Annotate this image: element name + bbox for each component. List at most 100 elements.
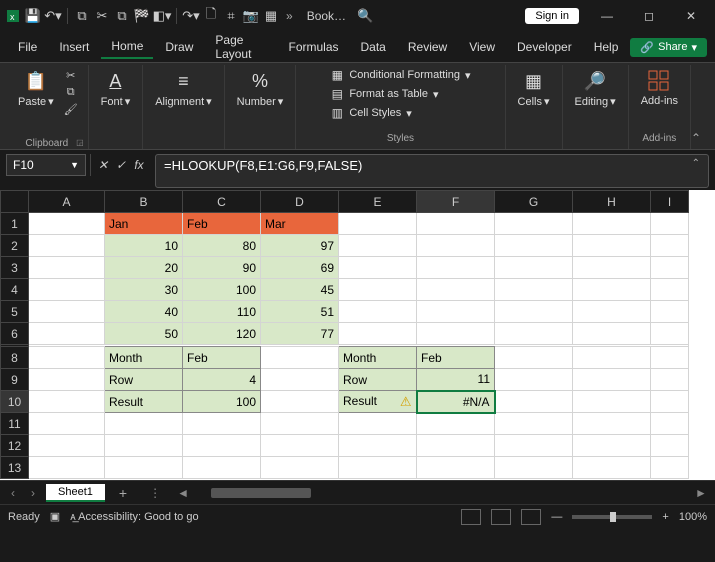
row-header-12[interactable]: 12 [1,435,29,457]
cell-B12[interactable] [105,435,183,457]
scroll-right-icon[interactable]: ► [693,486,709,500]
cell-D5[interactable]: 51 [261,301,339,323]
cell-I4[interactable] [651,279,689,301]
cell-F3[interactable] [417,257,495,279]
cell-C13[interactable] [183,457,261,479]
cancel-formula-icon[interactable]: ✕ [95,158,111,172]
cell-E11[interactable] [339,413,417,435]
cell-H10[interactable] [573,391,651,413]
cell-H5[interactable] [573,301,651,323]
cell-D2[interactable]: 97 [261,235,339,257]
cell-C2[interactable]: 80 [183,235,261,257]
cell-H11[interactable] [573,413,651,435]
cell-B11[interactable] [105,413,183,435]
new-icon[interactable]: 🗋 [202,7,220,25]
cell-G11[interactable] [495,413,573,435]
cell-C11[interactable] [183,413,261,435]
cell-C8[interactable]: Feb [183,347,261,369]
cell-B1[interactable]: Jan [105,213,183,235]
row-header-3[interactable]: 3 [1,257,29,279]
minimize-button[interactable]: — [587,2,627,30]
copy-mini-icon[interactable]: ⧉ [62,84,80,100]
cell-E1[interactable] [339,213,417,235]
cell-B10[interactable]: Result [105,391,183,413]
col-header-E[interactable]: E [339,191,417,213]
cell-D9[interactable] [261,369,339,391]
menu-page-layout[interactable]: Page Layout [205,29,276,65]
cell-I6[interactable] [651,323,689,345]
cell-F8[interactable]: Feb [417,347,495,369]
cell-G12[interactable] [495,435,573,457]
cell-B6[interactable]: 50 [105,323,183,345]
cell-E9[interactable]: Row [339,369,417,391]
zoom-out-icon[interactable]: — [551,511,562,523]
cell-F4[interactable] [417,279,495,301]
cell-D4[interactable]: 45 [261,279,339,301]
cell-E6[interactable] [339,323,417,345]
col-header-D[interactable]: D [261,191,339,213]
cell-D12[interactable] [261,435,339,457]
normal-view-icon[interactable] [461,509,481,525]
error-warning-icon[interactable]: ⚠ [400,394,412,410]
menu-data[interactable]: Data [351,36,396,58]
spreadsheet-grid[interactable]: A B C D E F G H I 1JanFebMar 2108097 320… [0,190,715,480]
editing-button[interactable]: 🔎Editing ▾ [571,67,620,110]
col-header-G[interactable]: G [495,191,573,213]
sheet-tab-1[interactable]: Sheet1 [46,484,105,502]
row-header-4[interactable]: 4 [1,279,29,301]
cell-A12[interactable] [29,435,105,457]
cell-F5[interactable] [417,301,495,323]
cell-C4[interactable]: 100 [183,279,261,301]
cell-I1[interactable] [651,213,689,235]
cell-G3[interactable] [495,257,573,279]
cell-C6[interactable]: 120 [183,323,261,345]
cell-A10[interactable] [29,391,105,413]
cell-A11[interactable] [29,413,105,435]
scroll-thumb[interactable] [211,488,311,498]
number-button[interactable]: %Number ▾ [233,67,288,110]
cell-F6[interactable] [417,323,495,345]
scroll-left-icon[interactable]: ◄ [175,486,191,500]
redo-icon[interactable]: ↷▾ [182,7,200,25]
horizontal-scrollbar[interactable]: ◄ ► [175,484,709,502]
fx-icon[interactable]: fx [131,158,147,172]
row-header-2[interactable]: 2 [1,235,29,257]
conditional-formatting-button[interactable]: ▦Conditional Formatting ▾ [327,67,473,83]
name-box[interactable]: F10▼ [6,154,86,176]
menu-home[interactable]: Home [101,35,153,59]
cell-D3[interactable]: 69 [261,257,339,279]
cell-D10[interactable] [261,391,339,413]
cell-F9[interactable]: 11 [417,369,495,391]
cell-F11[interactable] [417,413,495,435]
cell-B5[interactable]: 40 [105,301,183,323]
cell-H6[interactable] [573,323,651,345]
cell-H12[interactable] [573,435,651,457]
cell-B8[interactable]: Month [105,347,183,369]
cell-E8[interactable]: Month [339,347,417,369]
expand-formula-icon[interactable]: ⌃ [692,158,700,169]
cell-A4[interactable] [29,279,105,301]
cell-E4[interactable] [339,279,417,301]
cell-G6[interactable] [495,323,573,345]
cell-H13[interactable] [573,457,651,479]
cell-F10[interactable]: #N/A [417,391,495,413]
cell-E12[interactable] [339,435,417,457]
share-button[interactable]: 🔗 Share ▾ [630,38,707,57]
row-header-1[interactable]: 1 [1,213,29,235]
menu-help[interactable]: Help [584,36,629,58]
row-header-6[interactable]: 6 [1,323,29,345]
copy-icon[interactable]: ⧉ [113,7,131,25]
menu-view[interactable]: View [459,36,505,58]
menu-draw[interactable]: Draw [155,36,203,58]
cut-mini-icon[interactable]: ✂ [62,67,80,83]
qat-icon-5[interactable]: ▦ [262,7,280,25]
cell-G5[interactable] [495,301,573,323]
select-all-corner[interactable] [1,191,29,213]
cell-G10[interactable] [495,391,573,413]
cell-D1[interactable]: Mar [261,213,339,235]
cell-B13[interactable] [105,457,183,479]
cell-I10[interactable] [651,391,689,413]
page-layout-view-icon[interactable] [491,509,511,525]
cell-C3[interactable]: 90 [183,257,261,279]
format-painter-icon[interactable]: 🖌 [62,101,80,117]
